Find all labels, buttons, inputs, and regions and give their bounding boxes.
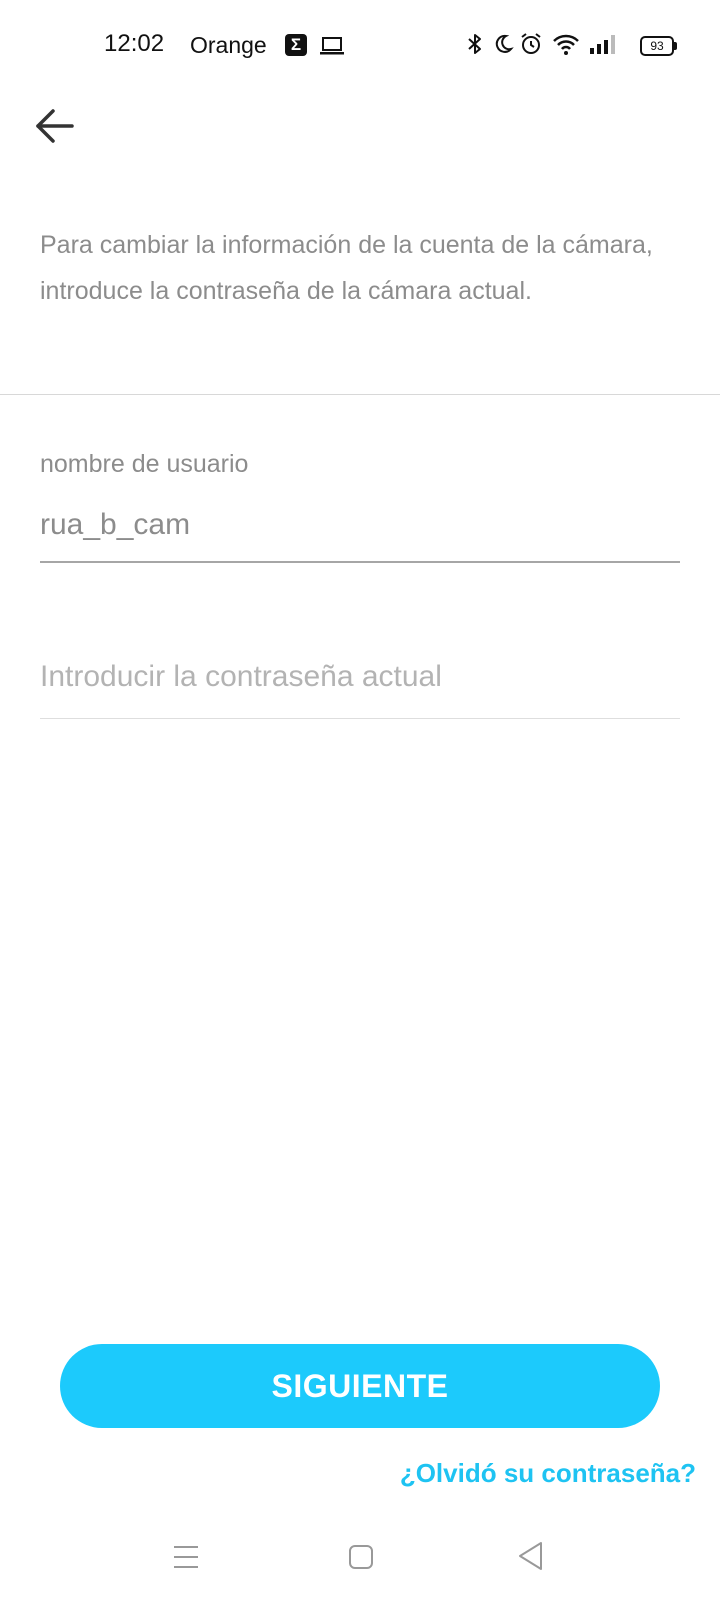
wifi-icon [553,34,579,55]
arrow-left-icon [36,109,74,143]
current-password-input[interactable] [40,652,680,702]
battery-icon: 93 [640,36,677,56]
instructions-text: Para cambiar la información de la cuenta… [40,231,653,305]
moon-icon [495,34,514,53]
sigma-app-icon: Σ [285,34,307,56]
bluetooth-icon [468,34,481,54]
back-triangle-icon[interactable] [516,1540,544,1572]
status-time: 12:02 [104,30,165,57]
password-underline [40,718,680,719]
username-field: rua_b_cam [40,508,191,541]
signal-icon [590,35,615,54]
home-square-icon[interactable] [348,1544,374,1570]
forgot-password-link[interactable]: ¿Olvidó su contraseña? [400,1458,696,1489]
back-button[interactable] [28,100,84,156]
menu-icon[interactable] [174,1544,198,1570]
next-button[interactable]: SIGUIENTE [60,1344,660,1428]
divider [0,394,720,395]
username-label: nombre de usuario [40,450,249,478]
status-carrier: Orange [190,32,267,58]
alarm-icon [521,33,541,54]
username-underline [40,561,680,563]
laptop-icon [320,37,344,55]
status-bar: 12:02 Orange Σ 93 [0,0,720,90]
